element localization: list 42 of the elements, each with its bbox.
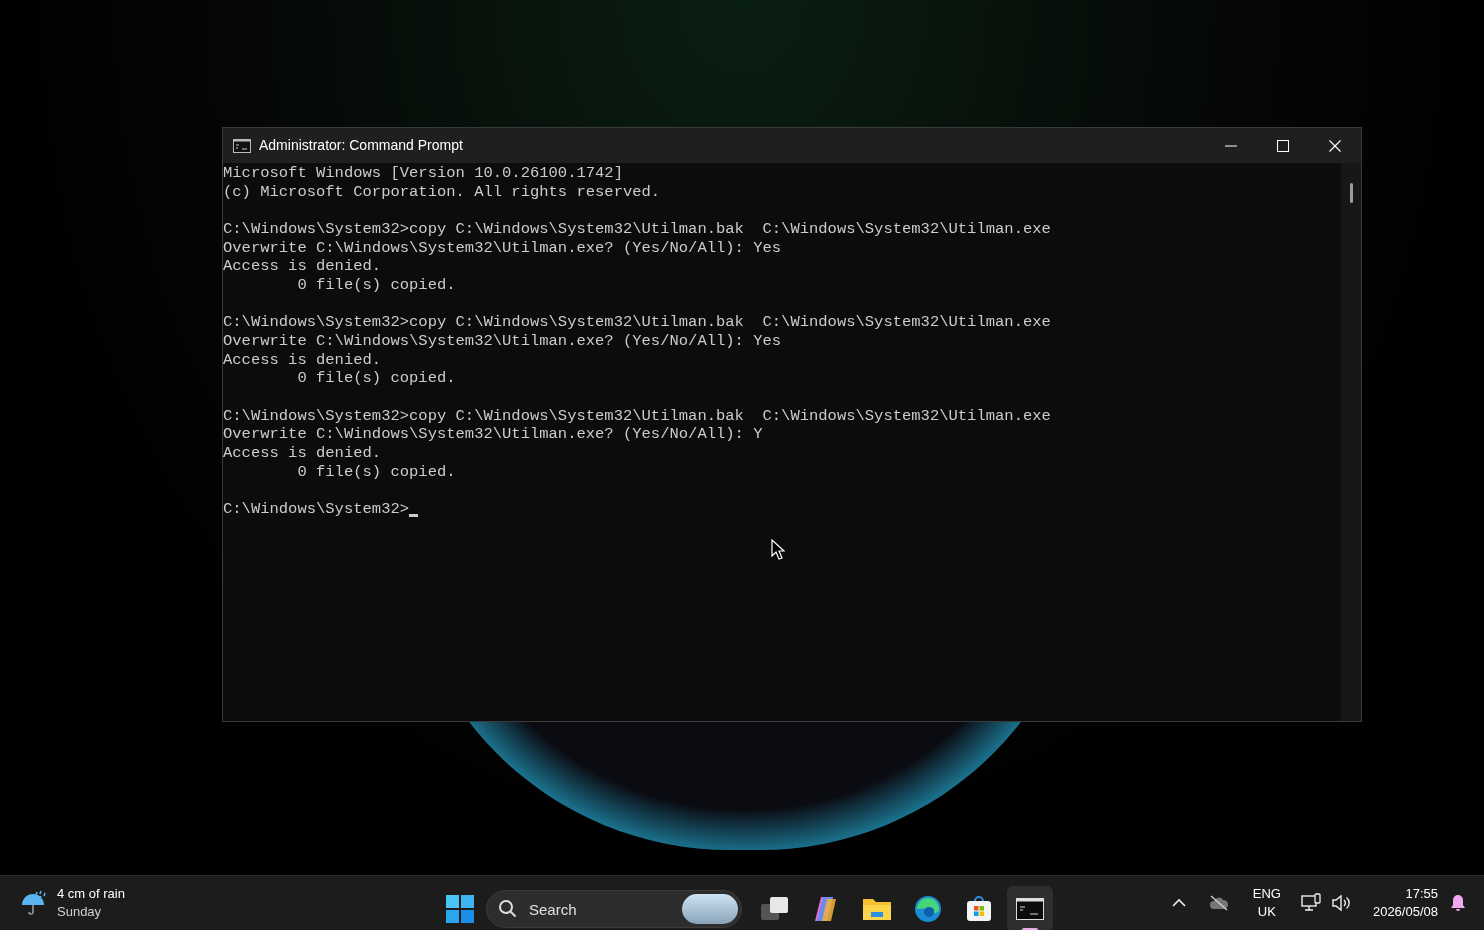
console-prompt: C:\Windows\System32> [223, 500, 410, 519]
console-line: Overwrite C:\Windows\System32\Utilman.exe? (Yes/No/All): Y [223, 425, 763, 445]
window-title: Administrator: Command Prompt [259, 136, 463, 155]
folder-icon [862, 896, 892, 922]
speaker-icon[interactable] [1330, 894, 1351, 912]
console-line: 0 file(s) copied. [296, 276, 456, 295]
scrollbar[interactable] [1341, 163, 1361, 721]
console-line: Access is denied. [223, 444, 382, 463]
language-indicator[interactable]: ENG UK [1252, 885, 1281, 921]
minimize-icon [1225, 144, 1237, 147]
console-line: Overwrite C:\Windows\System32\Utilman.exe? (Yes/No/All): Yes [223, 238, 782, 258]
bell-icon[interactable] [1450, 894, 1466, 912]
cloud-off-icon[interactable] [1208, 894, 1229, 912]
maximize-icon [1277, 139, 1289, 152]
command-prompt-icon [1016, 898, 1044, 920]
store-bag-icon [965, 895, 993, 923]
console-line: Overwrite C:\Windows\System32\Utilman.exe? (Yes/No/All): Yes [223, 332, 782, 351]
console-line: (c) Microsoft Corporation. All rights reserved. [223, 182, 661, 202]
search-icon [498, 899, 518, 919]
console-line: Access is denied. [223, 257, 382, 276]
weather-day[interactable]: Sunday [57, 903, 125, 921]
chevron-up-icon[interactable] [1171, 898, 1186, 908]
text-cursor [409, 513, 419, 517]
console-line: Access is denied. [223, 350, 382, 370]
console-line: 0 file(s) copied. [296, 462, 456, 482]
start-button[interactable] [444, 892, 476, 926]
console-line: C:\Windows\System32>copy C:\Windows\System32\Utilman.bak C:\Windows\System32\Utilman.exe [223, 313, 1051, 332]
windows-logo-icon [446, 895, 474, 923]
console-line: 0 file(s) copied. [296, 369, 456, 389]
weather-text[interactable]: 4 cm of rain [57, 885, 125, 903]
clock[interactable]: 17:55 2026/05/08 [1372, 885, 1438, 921]
search-highlight-illustration [682, 894, 738, 924]
mouse-cursor-icon [771, 539, 785, 560]
terminal-icon [233, 138, 251, 153]
console-line: Microsoft Windows [Version 10.0.26100.1742] [223, 164, 623, 183]
umbrella-rain-icon [19, 888, 49, 918]
network-icon[interactable] [1300, 893, 1321, 913]
taskbar-app-button[interactable] [1007, 886, 1053, 930]
console-line: C:\Windows\System32>copy C:\Windows\System32\Utilman.bak C:\Windows\System32\Utilman.exe [223, 220, 1051, 239]
console-line: C:\Windows\System32>copy C:\Windows\System32\Utilman.bak C:\Windows\System32\Utilman.exe [223, 406, 1051, 426]
close-icon [1329, 139, 1341, 152]
task-view-icon [760, 896, 790, 922]
